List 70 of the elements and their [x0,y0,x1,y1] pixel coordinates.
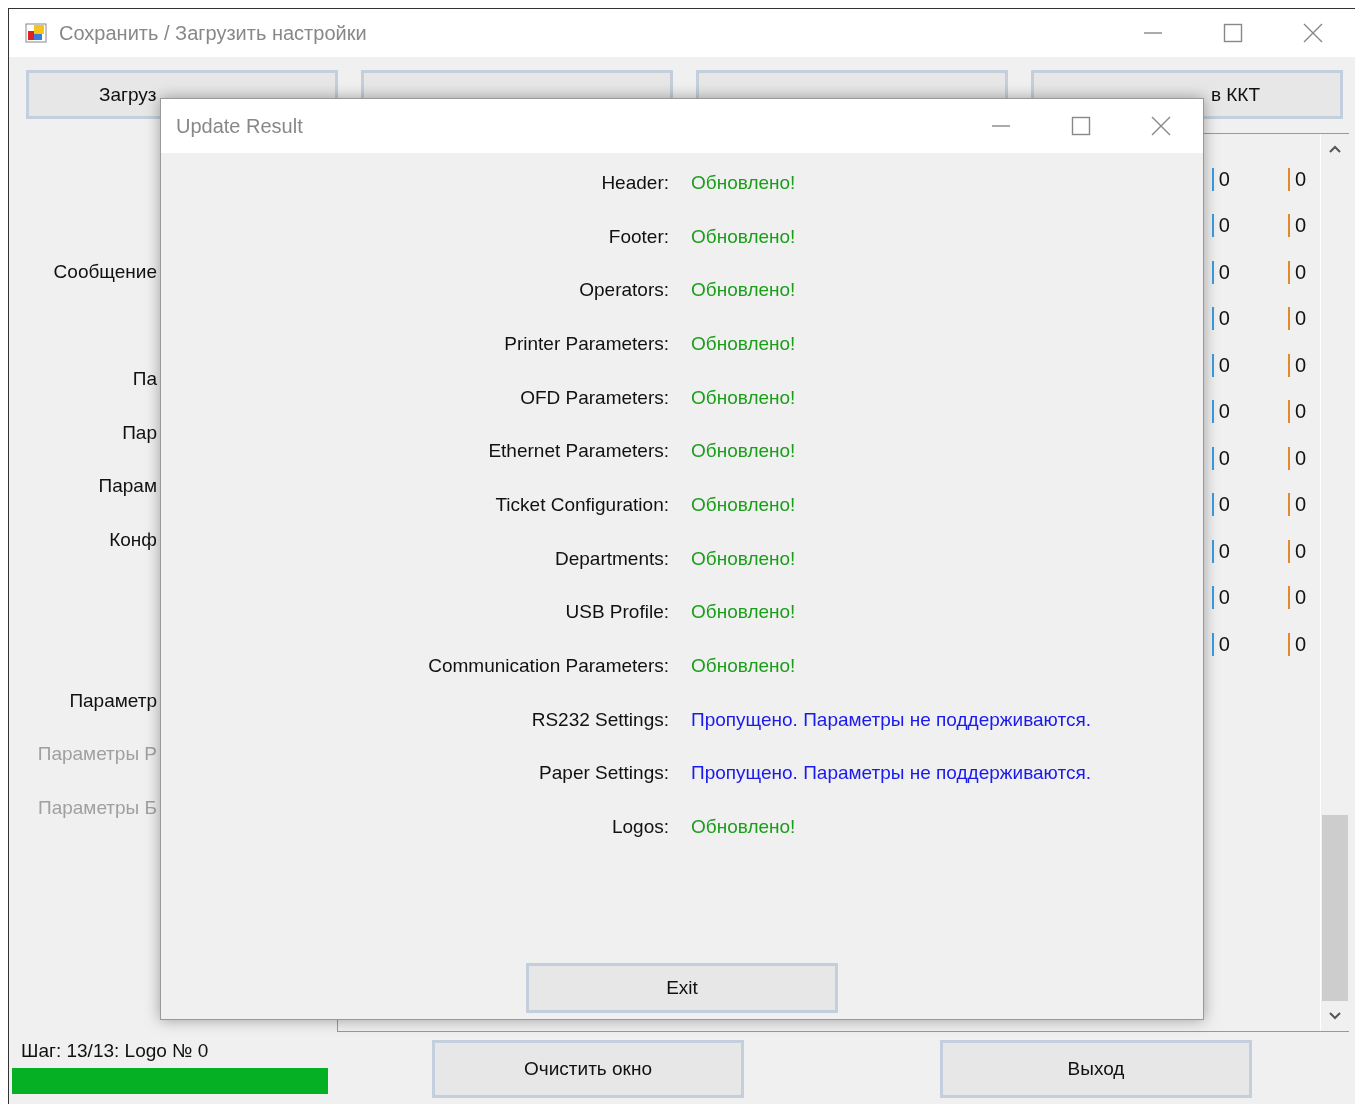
value-cell: 0 [1211,214,1230,238]
result-status: Обновлено! [691,440,796,463]
result-label: Header: [600,171,669,194]
app-icon [25,22,47,44]
field-label: Параметр [69,689,157,712]
value-cell: 0 [1287,307,1306,331]
close-icon[interactable] [1303,23,1323,43]
action-button[interactable]: Очистить окно [432,1040,744,1098]
field-label: Конф [109,528,157,551]
scroll-down-icon[interactable] [1328,1011,1342,1021]
field-label: Сообщение [53,261,157,283]
value-cell: 0 [1287,586,1306,610]
maximize-icon[interactable] [1223,23,1243,43]
result-status: Обновлено! [691,816,796,839]
result-status: Обновлено! [691,547,796,570]
value-cell: 0 [1211,446,1230,470]
field-label: Парам [98,475,157,498]
value-cell: 0 [1287,260,1306,284]
value-cell: 0 [1287,493,1306,517]
value-cell: 0 [1211,353,1230,377]
result-label: Communication Parameters: [427,655,669,678]
value-cell: 0 [1211,539,1230,563]
close-icon[interactable] [1151,116,1171,136]
result-status: Пропущено. Параметры не поддерживаются. [691,762,1091,785]
scrollbar[interactable] [1320,134,1349,1031]
value-cell: 0 [1211,632,1230,656]
window-title: Сохранить / Загрузить настройки [59,21,367,45]
result-status: Обновлено! [691,225,796,248]
value-cell: 0 [1287,400,1306,424]
result-label: Operators: [578,279,669,302]
value-cell: 0 [1287,167,1306,191]
value-cell: 0 [1287,539,1306,563]
result-label: Paper Settings: [538,762,669,785]
result-label: Departments: [553,547,669,570]
value-cell: 0 [1287,353,1306,377]
status-text: Шаг: 13/13: Logo № 0 [20,1040,210,1062]
result-status: Пропущено. Параметры не поддерживаются. [691,708,1091,731]
value-cell: 0 [1287,214,1306,238]
result-label: Logos: [610,816,669,839]
result-status: Обновлено! [691,279,796,302]
field-label: Параметры Б [37,796,157,819]
value-cell: 0 [1287,632,1306,656]
result-label: RS232 Settings: [530,708,669,731]
result-status: Обновлено! [691,386,796,409]
value-cell: 0 [1211,167,1230,191]
result-label: OFD Parameters: [519,386,669,409]
field-label: Пар [122,421,157,444]
result-status: Обновлено! [691,601,796,624]
result-label: USB Profile: [564,601,669,624]
exit-button[interactable]: Exit [526,963,838,1013]
scroll-up-icon[interactable] [1328,144,1342,154]
result-label: Printer Parameters: [503,332,669,355]
result-status: Обновлено! [691,493,796,516]
value-cell: 0 [1211,586,1230,610]
value-cell: 0 [1211,493,1230,517]
scroll-thumb[interactable] [1322,815,1348,1001]
maximize-icon[interactable] [1071,116,1091,136]
value-cell: 0 [1287,446,1306,470]
result-label: Ticket Configuration: [494,493,669,516]
action-button[interactable]: Выход [940,1040,1252,1098]
result-status: Обновлено! [691,655,796,678]
field-label: Параметры Р [37,743,157,766]
result-label: Ethernet Parameters: [487,440,669,463]
result-status: Обновлено! [691,332,796,355]
result-status: Обновлено! [691,171,796,194]
value-cell: 0 [1211,307,1230,331]
result-label: Footer: [607,225,669,248]
field-label: Па [132,368,157,391]
value-cell: 0 [1211,260,1230,284]
value-cell: 0 [1211,400,1230,424]
